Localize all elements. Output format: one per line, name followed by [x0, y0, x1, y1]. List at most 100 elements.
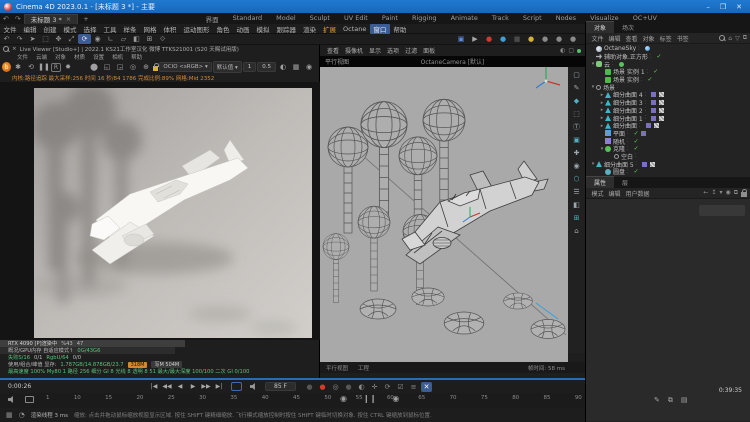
mode-tool-icon[interactable]: ⌂ [570, 225, 583, 237]
render-tool-icon[interactable]: ● [525, 35, 537, 44]
menu-item[interactable]: 模拟 [253, 24, 273, 34]
workspace-tab[interactable]: UV Edit [337, 14, 375, 24]
viewport-menu-item[interactable]: 查看 [324, 46, 342, 55]
menu-item[interactable]: 文件 [0, 24, 20, 34]
maximize-button[interactable]: ❒ [720, 3, 726, 11]
playback-camera-icon[interactable]: ❙❙ [363, 394, 376, 403]
samples-field[interactable]: 1 [243, 62, 257, 72]
attr-tool-icon[interactable]: ◉ [725, 189, 730, 197]
workspace-tab[interactable]: Sculpt [303, 14, 337, 24]
object-row[interactable]: ▾ 细分曲面 5 ⁚ [586, 160, 750, 168]
mode-tool-icon[interactable]: ◆ [570, 95, 583, 107]
play-options-button[interactable] [231, 382, 242, 391]
transport-button[interactable]: |◀ [148, 382, 160, 392]
transport-button[interactable]: ▶▶ [200, 382, 212, 392]
live-viewer-camera-icon[interactable]: ◉ [303, 62, 315, 73]
object-tags[interactable] [653, 68, 658, 75]
grid-icon[interactable]: ▦ [6, 411, 13, 419]
object-tags[interactable] [657, 53, 662, 60]
object-tags[interactable] [648, 76, 653, 83]
expand-arrow-icon[interactable]: ▸ [599, 107, 605, 113]
tab-close-icon[interactable]: × [66, 15, 71, 23]
object-tags[interactable] [651, 116, 664, 121]
om-menu-item[interactable]: 编辑 [606, 34, 623, 43]
menu-item[interactable]: 动画 [233, 24, 253, 34]
tool-icon[interactable]: ➤ [26, 34, 39, 44]
mini-tool-icon[interactable]: ✎ [654, 396, 660, 405]
menu-item[interactable]: 样条 [120, 24, 140, 34]
om-menu-item[interactable]: 标签 [657, 34, 674, 43]
attr-menu-item[interactable]: 模式 [589, 189, 606, 198]
workspace-tab[interactable]: Rigging [405, 14, 444, 24]
menu-item[interactable]: Octane [340, 25, 370, 33]
viewport-menu-item[interactable]: 摄像机 [342, 46, 366, 55]
document-tab[interactable]: 未标题 3 * × [24, 14, 78, 24]
visibility-dots[interactable]: ⁚ [639, 123, 642, 129]
visibility-dots[interactable]: ⁚ [645, 115, 648, 121]
live-viewer-tool-icon[interactable] [75, 62, 87, 73]
tool-icon[interactable]: ↷ [13, 34, 26, 44]
menu-item[interactable]: 渲染 [300, 24, 320, 34]
record-button[interactable]: ● [317, 382, 328, 392]
mode-tool-icon[interactable]: ⬡ [570, 173, 583, 185]
attr-lock-icon[interactable] [741, 192, 747, 197]
attr-tool-icon[interactable]: ← [703, 189, 708, 197]
tool-icon[interactable]: ▱ [117, 34, 130, 44]
clock-icon[interactable]: ◔ [19, 411, 25, 419]
live-viewer-camera-icon[interactable]: ▦ [290, 62, 302, 73]
live-viewer-camera-icon[interactable]: ◐ [277, 62, 289, 73]
om-menu-item[interactable]: 对象 [640, 34, 657, 43]
menu-item[interactable]: 编辑 [20, 24, 40, 34]
tool-icon[interactable]: ∟ [104, 34, 117, 44]
menu-item[interactable]: 窗口 [370, 24, 390, 34]
frame-ruler[interactable]: 11015202530354045505560657075808590 ◉❙❙◉ [0, 393, 585, 407]
tab-objects[interactable]: 对象 [586, 21, 614, 33]
visibility-dots[interactable]: ⁚ [627, 146, 630, 152]
om-filter-icon[interactable]: ▽ [735, 35, 740, 42]
render-tool-icon[interactable]: ● [539, 35, 551, 44]
frame-number[interactable]: 20 [136, 395, 143, 401]
object-tags[interactable] [634, 145, 639, 152]
frame-number[interactable]: 65 [418, 395, 425, 401]
title-bar[interactable]: Cinema 4D 2023.0.1 - [未标题 3 *] - 主要 – ❒ … [0, 0, 750, 13]
visibility-dots[interactable]: ⁚ [627, 138, 630, 144]
viewport-menu-item[interactable]: 面板 [420, 46, 438, 55]
menu-item[interactable]: 体积 [160, 24, 180, 34]
expand-arrow-icon[interactable]: ▸ [599, 123, 605, 129]
record-button[interactable]: ● [304, 382, 315, 392]
mode-tool-icon[interactable]: Ⓣ [570, 121, 583, 133]
frame-number[interactable]: 70 [450, 395, 457, 401]
om-menu-item[interactable]: 查看 [623, 34, 640, 43]
tool-icon[interactable]: ⊞ [143, 34, 156, 44]
live-viewer-tool-icon[interactable]: ✸ [62, 62, 74, 73]
resolution-scale-field[interactable]: 0.5 [257, 62, 276, 72]
workspace-tab[interactable]: Paint [375, 14, 405, 24]
transport-button[interactable]: ▶| [213, 382, 225, 392]
visibility-dots[interactable]: ⁚ [645, 100, 648, 106]
mode-tool-icon[interactable]: ✚ [570, 147, 583, 159]
visibility-dots[interactable]: ⁚ [638, 46, 641, 52]
live-viewer-tool-icon[interactable]: ⬤ [88, 62, 100, 73]
redo-icon[interactable]: ↷ [12, 15, 24, 23]
object-name[interactable]: 辅助对象.正方形 [604, 52, 648, 61]
om-menu-item[interactable]: 文件 [589, 34, 606, 43]
workspace-tab[interactable]: 界面 [199, 14, 226, 24]
tab-takes[interactable]: 场次 [614, 22, 642, 33]
attr-menu-item[interactable]: 编辑 [606, 189, 623, 198]
expand-arrow-icon[interactable]: ▸ [599, 92, 605, 98]
object-row[interactable]: 辅助对象.正方形 ⁚ [586, 53, 750, 61]
mode-tool-icon[interactable]: ▣ [570, 134, 583, 146]
attr-tool-icon[interactable]: ↥ [711, 189, 716, 197]
frame-number[interactable]: 40 [262, 395, 269, 401]
expand-arrow-icon[interactable]: ▾ [590, 161, 596, 167]
object-tags[interactable] [642, 162, 655, 167]
tool-icon[interactable]: ⟐ [156, 34, 169, 44]
visibility-dots[interactable]: ⁚ [635, 153, 638, 159]
lock-resolution-icon[interactable] [153, 66, 158, 71]
om-home-icon[interactable]: ⌂ [728, 35, 732, 42]
search-icon[interactable] [3, 46, 9, 52]
live-viewer-tool-icon[interactable]: R [51, 63, 61, 72]
tool-icon[interactable]: ⤢ [65, 34, 78, 44]
workspace-tab[interactable]: Nodes [549, 14, 583, 24]
frame-number[interactable]: 50 [324, 395, 331, 401]
